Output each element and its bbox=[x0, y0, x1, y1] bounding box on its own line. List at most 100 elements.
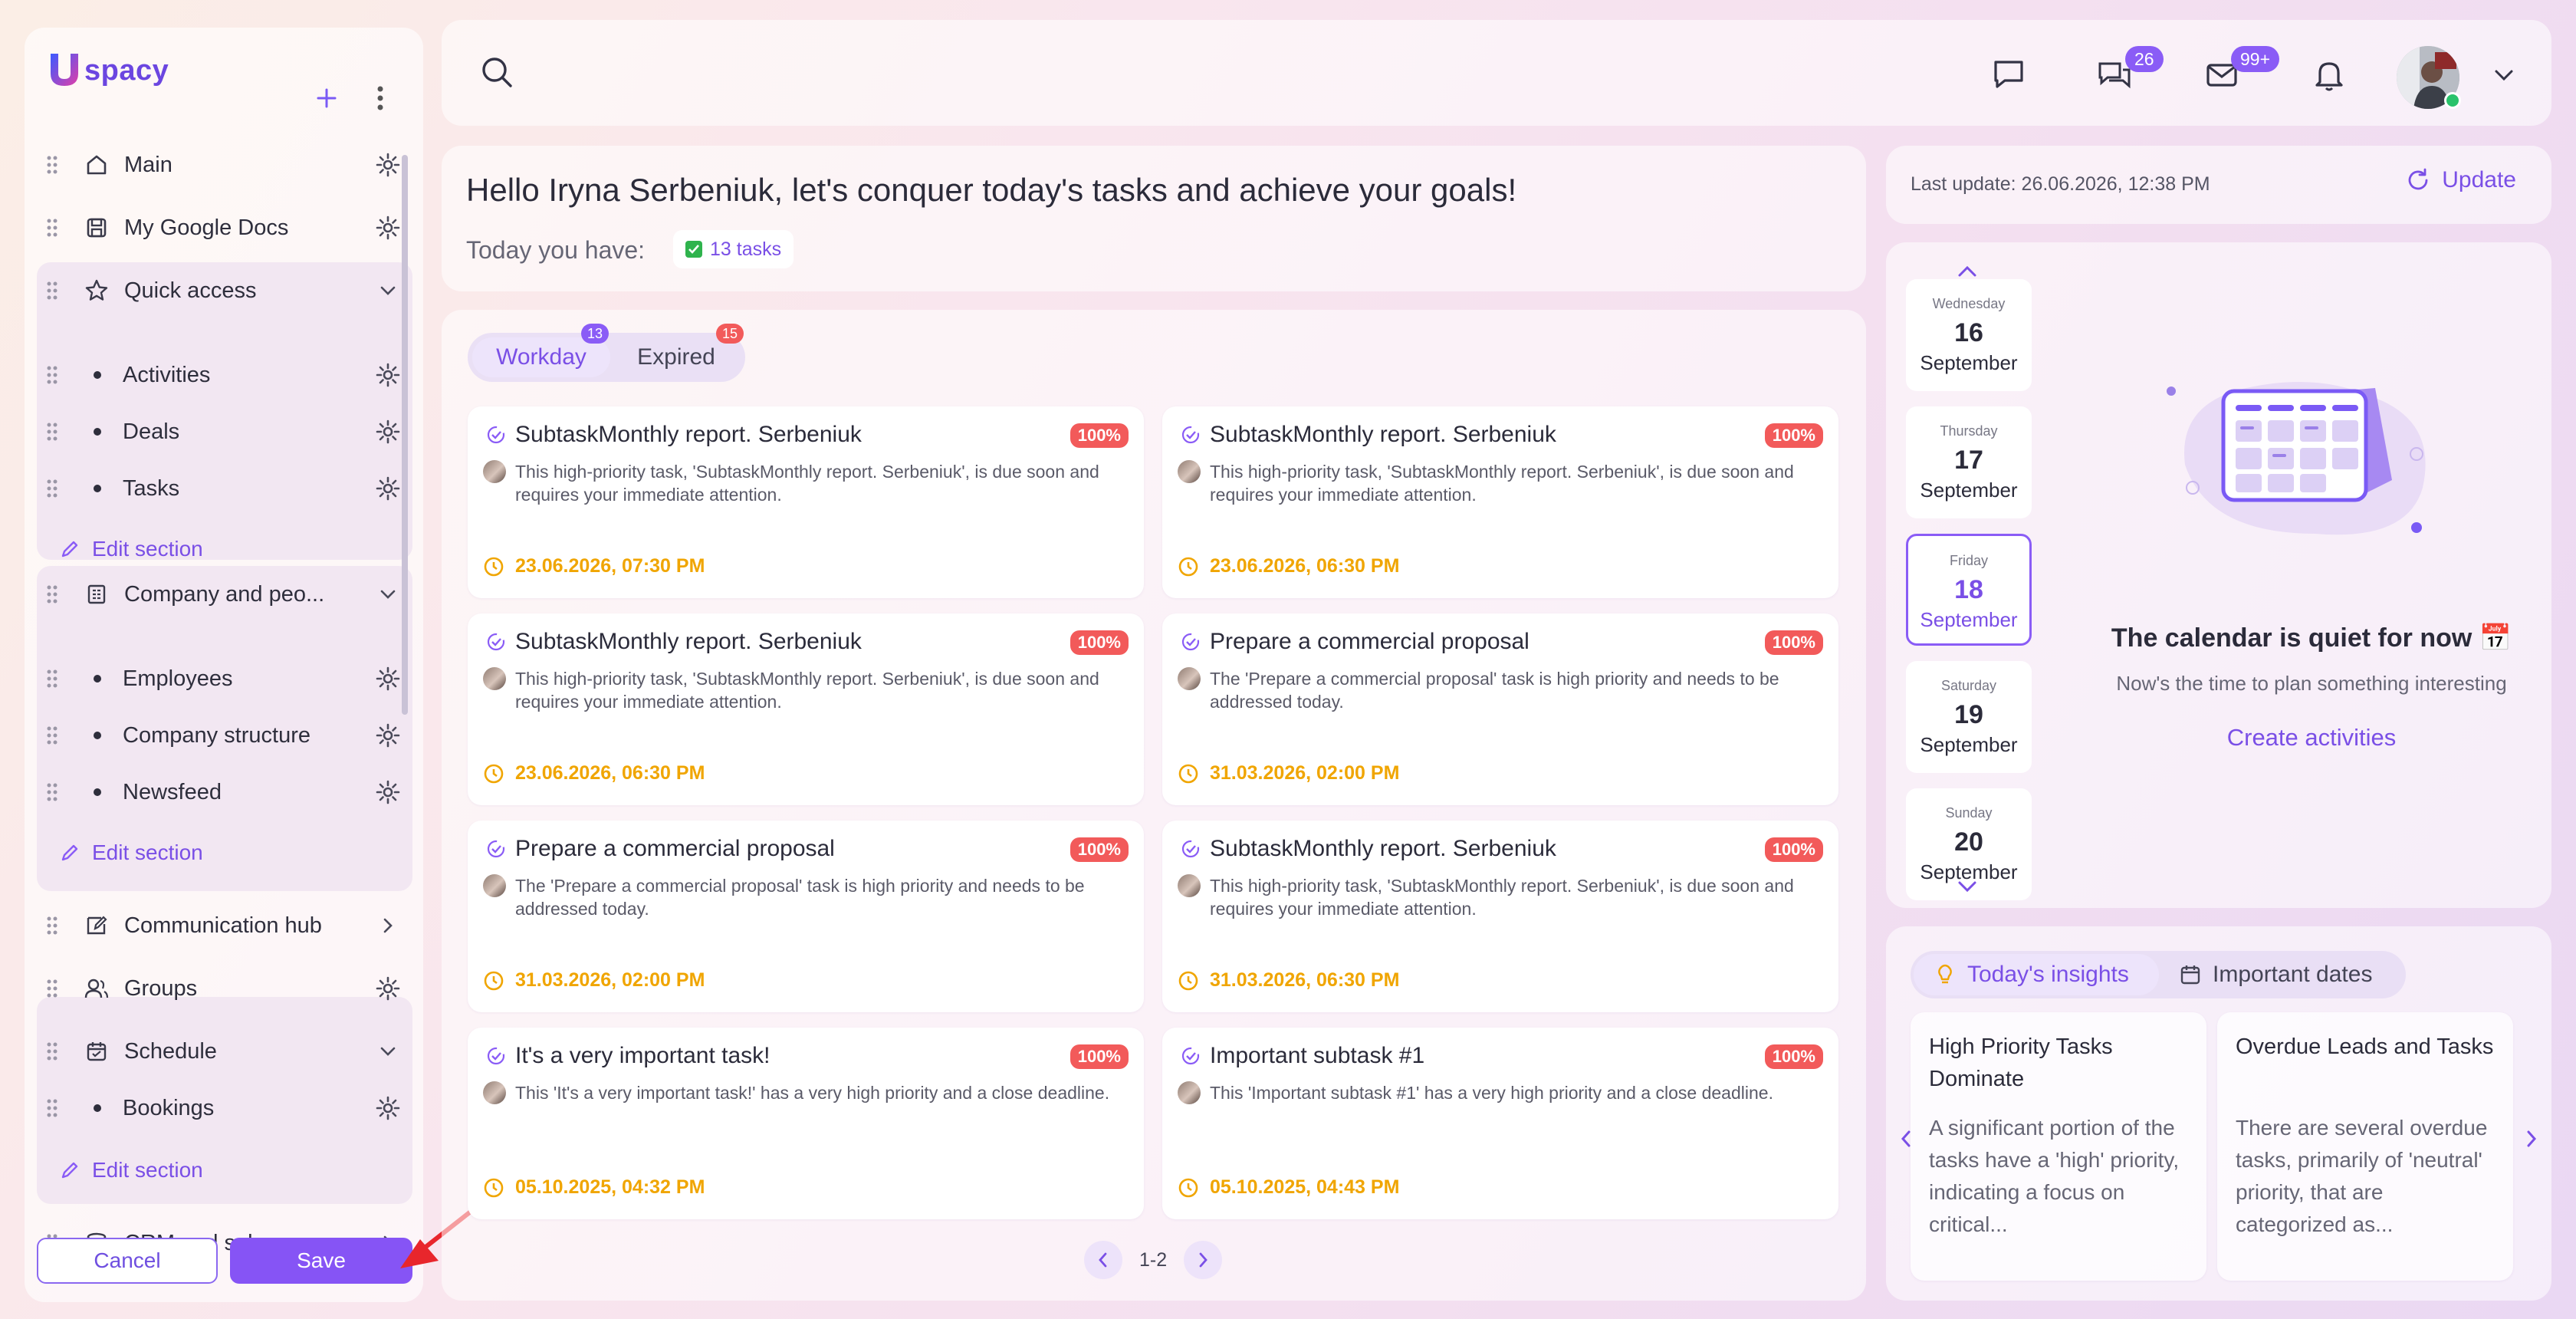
gear-icon[interactable] bbox=[371, 148, 405, 182]
chevron-right-icon[interactable] bbox=[1184, 1241, 1223, 1279]
drag-handle-icon[interactable] bbox=[37, 979, 67, 998]
day-card[interactable]: Thursday 17 September bbox=[1906, 406, 2032, 518]
create-activities-link[interactable]: Create activities bbox=[2085, 724, 2538, 752]
sidebar-item-label: Groups bbox=[124, 975, 198, 1001]
day-card[interactable]: Saturday 19 September bbox=[1906, 661, 2032, 773]
clock-icon bbox=[484, 764, 504, 783]
edit-section-link[interactable]: Edit section bbox=[58, 1158, 203, 1182]
drag-handle-icon[interactable] bbox=[37, 782, 67, 802]
gear-icon[interactable] bbox=[371, 472, 405, 505]
task-date: 23.06.2026, 07:30 PM bbox=[515, 555, 705, 577]
chevron-down-icon[interactable] bbox=[371, 577, 405, 611]
drag-handle-icon[interactable] bbox=[37, 584, 67, 604]
sidebar-item-newsfeed[interactable]: Newsfeed bbox=[37, 764, 412, 821]
assignee-avatar bbox=[483, 460, 506, 483]
task-card[interactable]: SubtaskMonthly report. Serbeniuk 100% Th… bbox=[468, 613, 1144, 805]
drag-handle-icon[interactable] bbox=[37, 916, 67, 936]
drag-handle-icon[interactable] bbox=[37, 218, 67, 238]
bell-icon[interactable] bbox=[2308, 54, 2351, 97]
bullet-icon bbox=[94, 732, 101, 739]
more-vertical-icon[interactable] bbox=[365, 83, 396, 113]
drag-handle-icon[interactable] bbox=[37, 422, 67, 442]
sidebar-item-schedule[interactable]: Schedule bbox=[37, 1023, 412, 1080]
sidebar-item-company-structure[interactable]: Company structure bbox=[37, 707, 412, 764]
cancel-button[interactable]: Cancel bbox=[37, 1238, 218, 1284]
task-progress-badge: 100% bbox=[1764, 1044, 1823, 1069]
task-card[interactable]: SubtaskMonthly report. Serbeniuk 100% Th… bbox=[1162, 406, 1838, 598]
task-card[interactable]: SubtaskMonthly report. Serbeniuk 100% Th… bbox=[1162, 821, 1838, 1012]
drag-handle-icon[interactable] bbox=[37, 725, 67, 745]
task-title: SubtaskMonthly report. Serbeniuk bbox=[515, 629, 862, 654]
drag-handle-icon[interactable] bbox=[37, 1041, 67, 1061]
edit-section-link[interactable]: Edit section bbox=[58, 840, 203, 865]
tab-expired[interactable]: Expired bbox=[615, 337, 738, 377]
sidebar-item-communication-hub[interactable]: Communication hub bbox=[37, 897, 412, 954]
gear-icon[interactable] bbox=[371, 415, 405, 449]
task-deadline: 05.10.2025, 04:32 PM bbox=[483, 1176, 705, 1199]
task-card[interactable]: Prepare a commercial proposal 100% The '… bbox=[468, 821, 1144, 1012]
logo[interactable]: spacy bbox=[48, 51, 169, 90]
gear-icon[interactable] bbox=[371, 1091, 405, 1125]
day-month: September bbox=[1920, 351, 2018, 374]
chevron-right-icon[interactable] bbox=[2524, 1127, 2539, 1150]
sidebar-item-deals[interactable]: Deals bbox=[37, 403, 412, 460]
chevron-down-icon[interactable] bbox=[1955, 879, 1980, 894]
chevron-down-icon[interactable] bbox=[2482, 54, 2525, 97]
sidebar-item-activities[interactable]: Activities bbox=[37, 347, 412, 403]
gear-icon[interactable] bbox=[371, 719, 405, 752]
chevron-left-icon[interactable] bbox=[1084, 1241, 1122, 1279]
gear-icon[interactable] bbox=[371, 775, 405, 809]
insight-body: A significant portion of the tasks have … bbox=[1929, 1116, 2180, 1236]
edit-section-link[interactable]: Edit section bbox=[58, 537, 203, 561]
sidebar-item-groups[interactable]: Groups bbox=[37, 960, 412, 1017]
drag-handle-icon[interactable] bbox=[37, 365, 67, 385]
update-button[interactable]: Update bbox=[2405, 167, 2516, 193]
expired-badge: 15 bbox=[716, 324, 744, 344]
chevron-down-icon[interactable] bbox=[371, 1034, 405, 1068]
sidebar-item-my-google-docs[interactable]: My Google Docs bbox=[37, 199, 412, 256]
task-progress-badge: 100% bbox=[1070, 837, 1129, 862]
assignee-avatar bbox=[1178, 874, 1201, 897]
insight-title: High Priority Tasks Dominate bbox=[1929, 1034, 2113, 1091]
task-card[interactable]: Important subtask #1 100% This 'Importan… bbox=[1162, 1028, 1838, 1219]
task-description: The 'Prepare a commercial proposal' task… bbox=[1210, 669, 1779, 712]
chevron-down-icon[interactable] bbox=[371, 274, 405, 308]
tab-important-dates[interactable]: Important dates bbox=[2167, 954, 2397, 995]
task-check-icon bbox=[1181, 632, 1201, 652]
chevron-up-icon[interactable] bbox=[1955, 264, 1980, 279]
sidebar-item-bookings[interactable]: Bookings bbox=[37, 1080, 412, 1136]
add-icon[interactable] bbox=[311, 83, 342, 113]
gear-icon[interactable] bbox=[371, 358, 405, 392]
drag-handle-icon[interactable] bbox=[37, 479, 67, 498]
chat-icon[interactable] bbox=[1987, 52, 2030, 95]
task-title: SubtaskMonthly report. Serbeniuk bbox=[1210, 422, 1556, 447]
task-card[interactable]: SubtaskMonthly report. Serbeniuk 100% Th… bbox=[468, 406, 1144, 598]
gear-icon[interactable] bbox=[371, 662, 405, 696]
sidebar-item-quick-access[interactable]: Quick access bbox=[37, 262, 412, 319]
sidebar-item-employees[interactable]: Employees bbox=[37, 650, 412, 707]
sidebar-item-tasks[interactable]: Tasks bbox=[37, 460, 412, 517]
gear-icon[interactable] bbox=[371, 211, 405, 245]
pencil-icon bbox=[61, 1162, 78, 1179]
search-icon[interactable] bbox=[475, 51, 518, 94]
tab-todays-insights[interactable]: Today's insights bbox=[1914, 954, 2159, 995]
sidebar-item-main[interactable]: Main bbox=[37, 137, 412, 193]
sidebar-item-company-and-people[interactable]: Company and peo... bbox=[37, 566, 412, 623]
tasks-count-chip[interactable]: 13 tasks bbox=[673, 230, 794, 268]
task-card[interactable]: It's a very important task! 100% This 'I… bbox=[468, 1028, 1144, 1219]
drag-handle-icon[interactable] bbox=[37, 1098, 67, 1118]
chevron-right-icon[interactable] bbox=[371, 909, 405, 942]
insight-card[interactable]: High Priority Tasks Dominate A significa… bbox=[1911, 1012, 2206, 1281]
task-card[interactable]: Prepare a commercial proposal 100% The '… bbox=[1162, 613, 1838, 805]
edit-section-label: Edit section bbox=[92, 840, 203, 864]
task-deadline: 05.10.2025, 04:43 PM bbox=[1178, 1176, 1399, 1199]
drag-handle-icon[interactable] bbox=[37, 669, 67, 689]
drag-handle-icon[interactable] bbox=[37, 281, 67, 301]
gear-icon[interactable] bbox=[371, 972, 405, 1005]
drag-handle-icon[interactable] bbox=[37, 155, 67, 175]
sidebar-scrollbar[interactable] bbox=[402, 155, 408, 715]
day-card-selected[interactable]: Friday 18 September bbox=[1906, 534, 2032, 646]
day-card[interactable]: Wednesday 16 September bbox=[1906, 279, 2032, 391]
task-description: This 'Important subtask #1' has a very h… bbox=[1210, 1083, 1773, 1103]
insight-card[interactable]: Overdue Leads and Tasks There are severa… bbox=[2217, 1012, 2513, 1281]
